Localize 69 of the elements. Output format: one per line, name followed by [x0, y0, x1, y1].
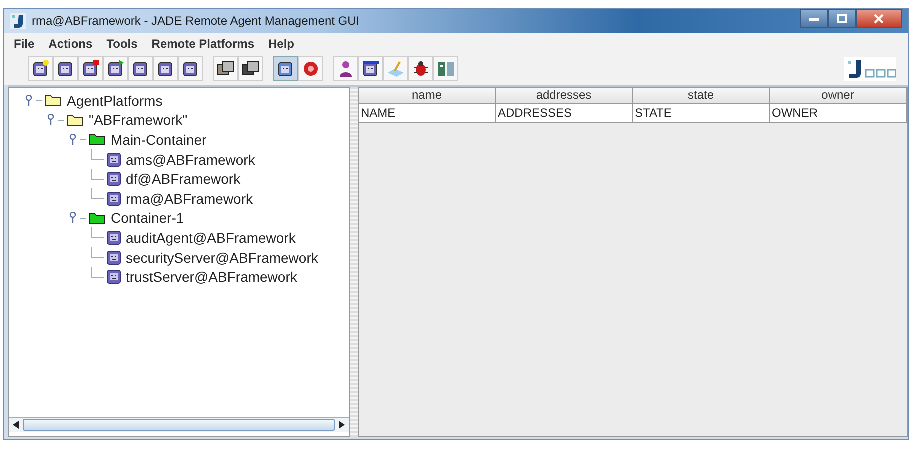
windows-icon [216, 60, 234, 78]
menu-item[interactable]: Actions [48, 37, 93, 51]
robot-face-icon [56, 60, 74, 78]
table-cell: STATE [633, 104, 770, 123]
table-cell: OWNER [770, 104, 907, 123]
toolbar-button[interactable] [213, 56, 238, 81]
tree-item[interactable]: Container-1 [109, 210, 184, 226]
robot-face-icon [107, 270, 121, 284]
column-header[interactable]: state [633, 88, 770, 104]
menu-item[interactable]: File [14, 37, 35, 51]
toolbar-button[interactable] [53, 56, 78, 81]
logo-icon [844, 56, 896, 80]
menu-item[interactable]: Remote Platforms [152, 37, 254, 51]
maximize-icon [837, 14, 847, 23]
tree-item[interactable]: AgentPlatforms [65, 92, 163, 109]
maximize-button[interactable] [828, 9, 856, 28]
tree-item[interactable]: rma@ABFramework [124, 190, 254, 207]
toolbar-button[interactable] [273, 56, 298, 81]
expanded-handle-icon[interactable] [69, 134, 77, 146]
tree-item[interactable]: df@ABFramework [124, 171, 241, 188]
menu-item[interactable]: Tools [106, 37, 138, 51]
column-header[interactable]: name [359, 88, 496, 104]
robot-face-icon [107, 250, 121, 265]
robot-face-icon [107, 152, 121, 167]
toolbar-button[interactable] [358, 56, 383, 81]
expanded-handle-icon[interactable] [25, 94, 33, 107]
toolbar-button[interactable] [128, 56, 153, 81]
robot-face-icon [276, 60, 294, 78]
hat-robot-icon [362, 60, 380, 78]
bug-icon [412, 60, 430, 78]
tree-item[interactable]: trustServer@ABFramework [124, 269, 298, 286]
tree-item[interactable]: securityServer@ABFramework [124, 250, 318, 266]
robot-face-icon [107, 230, 121, 245]
toolbar-button[interactable] [333, 56, 358, 81]
table-cell: ADDRESSES [496, 104, 633, 123]
table-cell: NAME [359, 104, 496, 123]
horizontal-scrollbar[interactable] [9, 417, 349, 432]
folder-icon [45, 94, 62, 108]
app-icon [10, 13, 26, 29]
column-header[interactable]: addresses [496, 88, 633, 104]
toolbar-button[interactable] [408, 56, 433, 81]
minimize-icon [809, 16, 819, 20]
toolbar-button[interactable] [103, 56, 128, 81]
folder-icon [67, 114, 84, 127]
close-icon [874, 14, 884, 24]
tree-item[interactable]: ams@ABFramework [124, 152, 256, 168]
toolbar-button[interactable] [78, 56, 103, 81]
windows-icon [242, 60, 260, 78]
close-button[interactable] [856, 9, 902, 28]
folder-icon [89, 133, 106, 146]
tree-item[interactable]: "ABFramework" [87, 112, 188, 128]
expanded-handle-icon[interactable] [69, 212, 77, 224]
toolbar-button[interactable] [178, 56, 203, 81]
folder-icon [89, 212, 106, 225]
window-title: rma@ABFramework - JADE Remote Agent Management GUI [32, 14, 361, 28]
robot-face-icon [107, 192, 121, 206]
scroll-thumb[interactable] [23, 419, 335, 431]
toolbar-button[interactable] [238, 56, 263, 81]
tree-item[interactable]: Main-Container [109, 132, 207, 148]
column-header[interactable]: owner [770, 88, 907, 104]
menu-item[interactable]: Help [268, 37, 295, 51]
tree-item[interactable]: auditAgent@ABFramework [124, 230, 296, 246]
minimize-button[interactable] [800, 9, 828, 28]
toolbar-button[interactable] [28, 56, 53, 81]
expanded-handle-icon[interactable] [47, 114, 55, 126]
toolbar-button[interactable] [153, 56, 178, 81]
robot-flag-icon [82, 60, 100, 78]
panels-icon [436, 60, 454, 78]
robot-face-icon [107, 172, 121, 186]
